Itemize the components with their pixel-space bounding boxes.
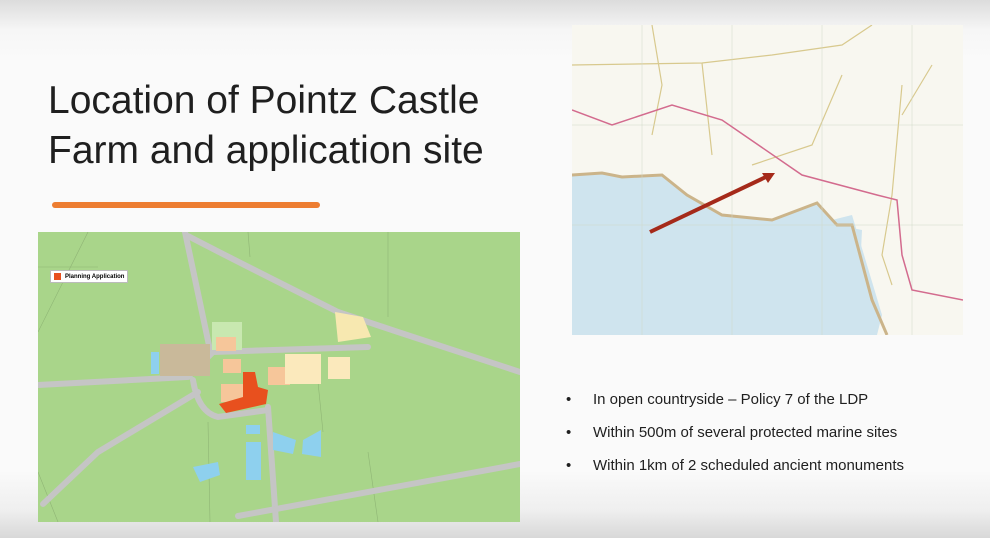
legend-label: Planning Application (65, 273, 125, 280)
slide-title: Location of Pointz Castle Farm and appli… (48, 76, 484, 176)
title-underline (52, 202, 320, 208)
bullet-text: In open countryside – Policy 7 of the LD… (593, 391, 869, 408)
bullet-text: Within 1km of 2 scheduled ancient monume… (593, 457, 904, 474)
bullet-item: • In open countryside – Policy 7 of the L… (566, 391, 904, 424)
legend-swatch (54, 273, 61, 280)
map-legend: Planning Application (50, 270, 128, 283)
bullet-text: Within 500m of several protected marine … (593, 424, 898, 441)
bullet-list: • In open countryside – Policy 7 of the L… (566, 391, 904, 490)
title-line-1: Location of Pointz Castle (48, 79, 480, 122)
title-line-2: Farm and application site (48, 129, 484, 172)
location-map (572, 25, 963, 335)
bullet-item: • Within 1km of 2 scheduled ancient monum… (566, 457, 904, 490)
bullet-item: • Within 500m of several protected marine… (566, 424, 904, 457)
